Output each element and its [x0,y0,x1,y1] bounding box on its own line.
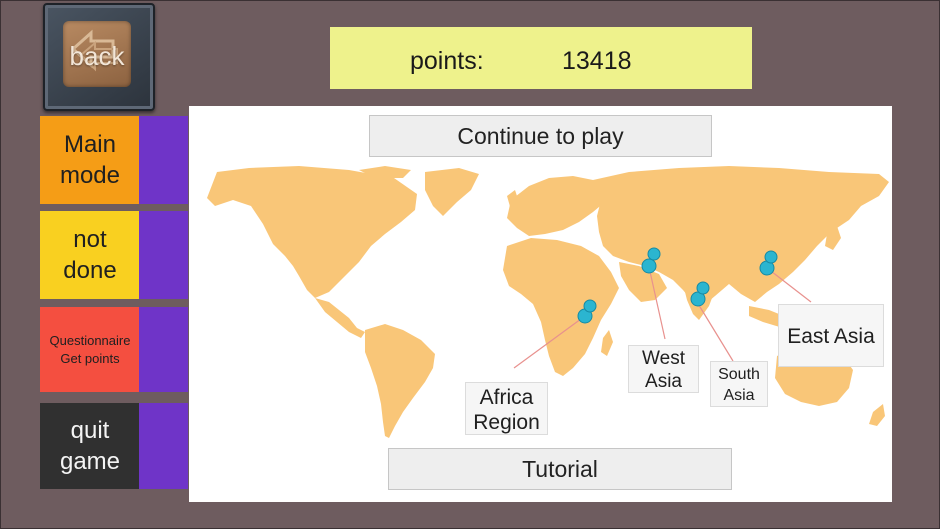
quit-game-line1: quit [70,417,110,444]
main-mode-line2: mode [59,162,121,189]
south-asia-line1: South [718,366,760,383]
region-label-africa[interactable]: Africa Region [465,382,548,435]
main-mode-line1: Main [63,131,116,158]
back-tile: back [63,21,131,87]
africa-line1: Africa [479,386,534,409]
back-button[interactable]: back [43,3,155,111]
africa-line2: Region [473,411,540,434]
points-value: 13418 [562,47,632,75]
north-america [207,166,417,298]
main-mode-tab [139,116,188,204]
questionnaire-tab [139,307,188,392]
europe [507,176,609,236]
south-asia-line2: Asia [723,387,755,404]
points-label: points: [410,47,484,75]
questionnaire-line2: Get points [60,350,120,366]
points-box: points: 13418 [330,27,752,89]
west-asia-line2: Asia [645,371,682,392]
africa [503,238,619,376]
west-asia-line1: West [642,348,685,369]
region-label-west-asia[interactable]: West Asia [628,345,699,393]
greenland [425,168,479,216]
continue-to-play-button[interactable]: Continue to play [369,115,712,157]
region-label-south-asia[interactable]: South Asia [710,361,768,407]
map-panel: Continue to play Africa Region West Asia… [189,106,892,502]
east-asia-line1: East Asia [787,325,875,348]
quit-game-button[interactable]: quit game [40,403,140,489]
not-done-line2: done [63,257,117,284]
not-done-button[interactable]: not done [40,211,140,299]
central-america [315,298,365,338]
questionnaire-button[interactable]: Questionnaire Get points [40,307,140,392]
region-label-east-asia[interactable]: East Asia [778,304,884,367]
quit-game-tab [139,403,188,489]
back-label: back [69,41,125,71]
continents [207,166,889,438]
quit-game-line2: game [59,448,121,475]
tutorial-button[interactable]: Tutorial [388,448,732,490]
not-done-line1: not [73,226,107,253]
main-mode-button[interactable]: Main mode [40,116,140,204]
south-america [365,324,435,438]
not-done-tab [139,211,188,299]
south-asia-connector [696,301,734,362]
questionnaire-line1: Questionnaire [49,332,131,348]
